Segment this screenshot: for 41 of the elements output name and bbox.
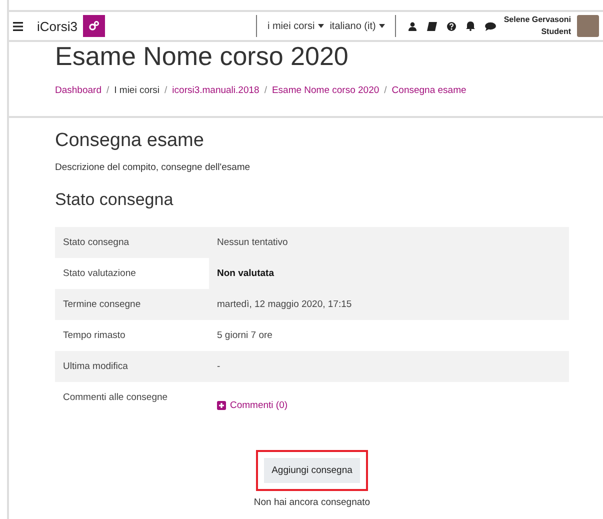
breadcrumb-separator: / [384, 85, 387, 96]
table-cell: Termine consegne [55, 289, 209, 320]
caret-icon [378, 24, 385, 28]
dropdown-menu[interactable]: italiano (it) [330, 20, 385, 32]
breadcrumb-link[interactable]: Consegna esame [392, 85, 466, 96]
site-name[interactable]: iCorsi3 [37, 18, 78, 34]
table-cell-text: 5 giorni 7 ore [216, 329, 274, 343]
bell-icon[interactable] [466, 21, 475, 31]
table-cell-text: Tempo rimasto [62, 329, 126, 343]
user-icon[interactable] [408, 22, 417, 30]
user-name[interactable]: Selene Gervasoni [504, 14, 571, 26]
table-cell-text: Commenti alle consegne [62, 391, 169, 405]
breadcrumb-link[interactable]: icorsi3.manuali.2018 [172, 85, 260, 96]
menu-icon[interactable] [13, 22, 23, 30]
table-cell: martedì, 12 maggio 2020, 17:15 [209, 289, 569, 320]
breadcrumb-item[interactable]: I miei corsi [114, 85, 160, 96]
breadcrumb-separator: / [164, 85, 168, 96]
table-cell: Stato consegna [55, 227, 209, 258]
chat-icon[interactable] [484, 22, 496, 30]
help-icon[interactable] [446, 22, 456, 30]
breadcrumb-separator: / [264, 85, 267, 96]
section-heading: Stato consegna [55, 190, 174, 210]
table-cell: Ultima modifica [55, 351, 209, 382]
breadcrumb-link[interactable]: Dashboard [55, 85, 102, 96]
dropdown-menu[interactable]: i miei corsi [267, 20, 324, 32]
table-cell: Nessun tentativo [209, 227, 569, 258]
add-submission-button[interactable]: Aggiungi consegna [264, 458, 360, 483]
plus-icon [217, 401, 226, 410]
activity-title: Consegna esame [55, 130, 205, 152]
comments-link[interactable]: Commenti (0) [217, 400, 288, 411]
description: Descrizione del compito, consegne dell'esame [55, 162, 252, 173]
table-cell-text: Stato valutazione [62, 267, 137, 281]
table-cell: Non valutata [209, 258, 569, 289]
table-cell: - [209, 351, 569, 382]
status-note: Non hai ancora consegnato [254, 497, 370, 508]
breadcrumb-link[interactable]: Esame Nome corso 2020 [272, 85, 380, 96]
breadcrumb-separator: / [106, 85, 110, 96]
user-role: Student [541, 26, 571, 38]
caret-icon [318, 24, 324, 28]
page-title: Esame Nome corso 2020 [55, 42, 350, 70]
gears-icon[interactable] [83, 15, 106, 37]
